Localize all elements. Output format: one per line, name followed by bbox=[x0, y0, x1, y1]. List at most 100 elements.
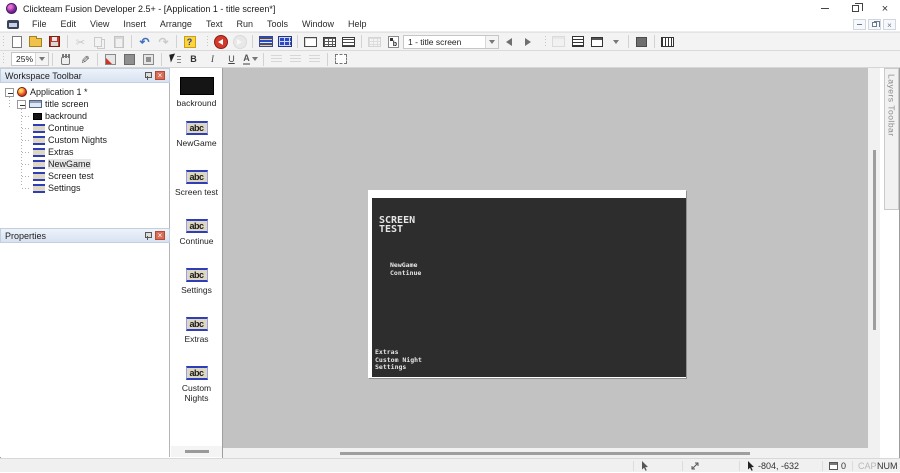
window-view-button[interactable] bbox=[587, 33, 606, 50]
canvas-horizontal-scrollbar[interactable] bbox=[223, 448, 868, 458]
menu-view[interactable]: View bbox=[83, 19, 116, 29]
object-item-continue[interactable]: abc Continue bbox=[171, 211, 222, 260]
frame-selector-dropdown[interactable] bbox=[485, 35, 498, 48]
pan-tool-button[interactable] bbox=[56, 51, 75, 68]
object-item-custom-nights[interactable]: abc Custom Nights bbox=[171, 358, 222, 407]
grid-setup-button[interactable] bbox=[101, 51, 120, 68]
screen-test-title-text[interactable]: SCREEN TEST bbox=[379, 216, 415, 235]
toolbar-grip[interactable] bbox=[207, 35, 208, 48]
tree-item-newgame[interactable]: NewGame bbox=[0, 158, 169, 170]
storyboard-editor-button[interactable] bbox=[256, 33, 275, 50]
tree-item-settings[interactable]: Settings bbox=[0, 182, 169, 194]
bottom-menu-text[interactable]: Extras Custom Night Settings bbox=[375, 348, 422, 372]
menu-insert[interactable]: Insert bbox=[116, 19, 153, 29]
object-item-settings[interactable]: abc Settings bbox=[171, 260, 222, 309]
edit-tool-button[interactable] bbox=[75, 51, 94, 68]
pin-icon[interactable] bbox=[144, 71, 152, 80]
italic-button[interactable]: I bbox=[203, 51, 222, 68]
scrollbar-thumb[interactable] bbox=[340, 452, 750, 455]
event-editor-button[interactable] bbox=[320, 33, 339, 50]
toolbar-grip[interactable] bbox=[3, 53, 4, 65]
canvas-vertical-scrollbar[interactable] bbox=[868, 68, 880, 448]
scrollbar-thumb[interactable] bbox=[185, 450, 209, 453]
cut-button[interactable] bbox=[71, 33, 90, 50]
objects-list-scrollbar[interactable] bbox=[171, 446, 222, 457]
new-button[interactable] bbox=[7, 33, 26, 50]
frame-editor-button[interactable] bbox=[275, 33, 294, 50]
open-button[interactable] bbox=[26, 33, 45, 50]
minimize-button[interactable] bbox=[810, 0, 840, 17]
frame-view-button[interactable] bbox=[301, 33, 320, 50]
toolbar-grip[interactable] bbox=[3, 35, 4, 48]
tree-item-backround[interactable]: backround bbox=[0, 110, 169, 122]
layout-grid-button[interactable] bbox=[365, 33, 384, 50]
object-item-screen-test[interactable]: abc Screen test bbox=[171, 162, 222, 211]
menu-help[interactable]: Help bbox=[341, 19, 374, 29]
window-properties-button[interactable] bbox=[549, 33, 568, 50]
window-view-dropdown[interactable] bbox=[606, 33, 625, 50]
mdi-close-button[interactable] bbox=[883, 19, 896, 30]
fullscreen-button[interactable] bbox=[632, 33, 651, 50]
frame-selector[interactable]: 1 - title screen bbox=[403, 34, 499, 49]
frame-list-button[interactable] bbox=[568, 33, 587, 50]
align-center-button[interactable] bbox=[286, 51, 305, 68]
tree-item-continue[interactable]: Continue bbox=[0, 122, 169, 134]
tree-item-screen-test[interactable]: Screen test bbox=[0, 170, 169, 182]
undo-button[interactable] bbox=[135, 33, 154, 50]
restore-button[interactable] bbox=[840, 0, 870, 17]
object-item-extras[interactable]: abc Extras bbox=[171, 309, 222, 358]
show-grid-button[interactable] bbox=[120, 51, 139, 68]
align-right-button[interactable] bbox=[305, 51, 324, 68]
font-color-button[interactable]: A bbox=[241, 51, 260, 68]
tree-item-frame[interactable]: title screen bbox=[0, 98, 169, 110]
properties-panel-header[interactable]: Properties bbox=[0, 228, 170, 243]
tree-item-custom-nights[interactable]: Custom Nights bbox=[0, 134, 169, 146]
text-tool-button[interactable] bbox=[165, 51, 184, 68]
toolbar-grip[interactable] bbox=[545, 35, 546, 48]
insert-object-button[interactable] bbox=[384, 33, 403, 50]
frame-area[interactable]: SCREEN TEST NewGame Continue Extras Custom … bbox=[368, 190, 686, 378]
frame-editor-canvas[interactable]: SCREEN TEST NewGame Continue Extras Custom … bbox=[223, 68, 868, 448]
close-button[interactable] bbox=[870, 0, 900, 17]
workspace-panel-header[interactable]: Workspace Toolbar bbox=[0, 68, 170, 83]
collapse-icon[interactable] bbox=[5, 87, 14, 97]
object-item-newgame[interactable]: abc NewGame bbox=[171, 113, 222, 162]
save-button[interactable] bbox=[45, 33, 64, 50]
menu-arrange[interactable]: Arrange bbox=[153, 19, 199, 29]
paste-button[interactable] bbox=[109, 33, 128, 50]
workspace-close-button[interactable] bbox=[155, 71, 165, 80]
mdi-document-icon[interactable] bbox=[7, 19, 19, 29]
zoom-selector[interactable]: 25% bbox=[11, 52, 49, 66]
redo-button[interactable] bbox=[154, 33, 173, 50]
backround-object[interactable]: SCREEN TEST NewGame Continue Extras Custom … bbox=[372, 198, 686, 377]
zoom-selector-dropdown[interactable] bbox=[35, 53, 48, 65]
data-elements-button[interactable] bbox=[658, 33, 677, 50]
menu-edit[interactable]: Edit bbox=[54, 19, 84, 29]
object-item-backround[interactable]: backround bbox=[171, 68, 222, 113]
selection-zoom-button[interactable] bbox=[331, 51, 350, 68]
tree-item-application[interactable]: Application 1 * bbox=[0, 86, 169, 98]
help-button[interactable] bbox=[180, 33, 199, 50]
menu-window[interactable]: Window bbox=[295, 19, 341, 29]
menu-text[interactable]: Text bbox=[199, 19, 230, 29]
mdi-restore-button[interactable] bbox=[868, 19, 881, 30]
menu-tools[interactable]: Tools bbox=[260, 19, 295, 29]
scrollbar-thumb[interactable] bbox=[873, 150, 876, 330]
pin-icon[interactable] bbox=[144, 231, 152, 240]
properties-close-button[interactable] bbox=[155, 231, 165, 240]
bold-button[interactable]: B bbox=[184, 51, 203, 68]
snap-grid-button[interactable] bbox=[139, 51, 158, 68]
forward-button[interactable] bbox=[230, 33, 249, 50]
menu-file[interactable]: File bbox=[25, 19, 54, 29]
event-list-editor-button[interactable] bbox=[339, 33, 358, 50]
collapse-icon[interactable] bbox=[17, 99, 26, 109]
main-menu-text[interactable]: NewGame Continue bbox=[390, 261, 421, 277]
tree-item-extras[interactable]: Extras bbox=[0, 146, 169, 158]
mdi-minimize-button[interactable] bbox=[853, 19, 866, 30]
copy-button[interactable] bbox=[90, 33, 109, 50]
underline-button[interactable]: U bbox=[222, 51, 241, 68]
layers-toolbar-tab[interactable]: Layers Toolbar bbox=[884, 68, 899, 210]
previous-frame-button[interactable] bbox=[499, 33, 518, 50]
align-left-button[interactable] bbox=[267, 51, 286, 68]
back-button[interactable] bbox=[211, 33, 230, 50]
